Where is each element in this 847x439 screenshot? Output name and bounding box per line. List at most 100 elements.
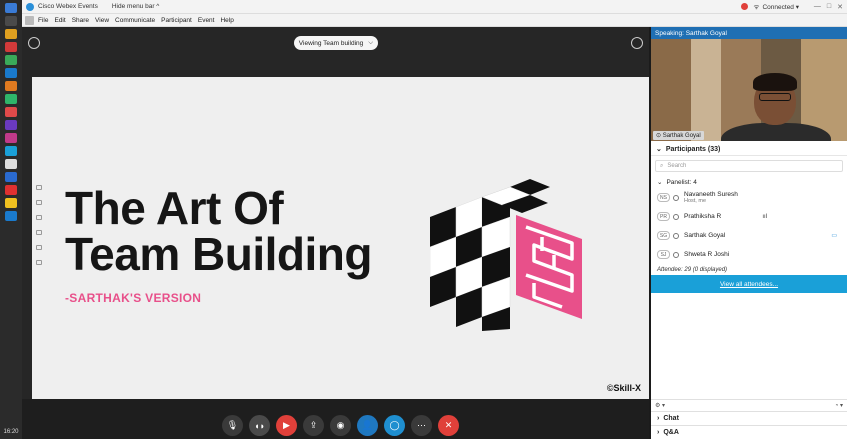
panelist-group[interactable]: ⌄ Panelist: 4 <box>651 176 847 188</box>
title-bar: Cisco Webex Events Hide menu bar ^ ᯤ Con… <box>22 0 847 14</box>
webex-logo-icon <box>26 2 34 11</box>
participants-title: Participants (33) <box>665 145 721 153</box>
video-name-label: ⊙ Sarthak Goyal <box>653 131 704 140</box>
record-dot-icon <box>740 3 748 10</box>
taskbar-app-icon[interactable] <box>5 16 17 26</box>
avatar: SJ <box>657 250 670 259</box>
participants-button[interactable]: 👤 <box>357 415 378 436</box>
taskbar-app-icon[interactable] <box>5 211 17 221</box>
close-button[interactable]: ✕ <box>837 3 843 11</box>
hide-menu-bar-button[interactable]: Hide menu bar ^ <box>112 3 160 10</box>
avatar: PR <box>657 212 670 221</box>
slide-title-line1: The Art Of <box>65 182 284 234</box>
mic-status-icon <box>673 251 679 258</box>
participant-name: Sarthak Goyal <box>684 232 726 239</box>
background-curtain <box>691 39 721 141</box>
panel-tools-strip: ⚙ ▾ ◔ ▾ <box>651 399 847 411</box>
audio-options-button[interactable]: ◖◗ <box>249 415 270 436</box>
taskbar-app-icon[interactable] <box>5 172 17 182</box>
menu-participant[interactable]: Participant <box>161 17 192 24</box>
chat-label: Chat <box>663 415 679 422</box>
taskbar-app-icon[interactable] <box>5 133 17 143</box>
menu-file[interactable]: File <box>38 17 48 24</box>
stop-video-button[interactable]: ▶ <box>276 415 297 436</box>
taskbar-app-icon[interactable] <box>5 107 17 117</box>
panel-options-icon[interactable]: ◔ ▾ <box>835 402 843 409</box>
fullscreen-icon[interactable] <box>631 37 643 49</box>
menu-communicate[interactable]: Communicate <box>115 17 155 24</box>
taskbar-app-icon[interactable] <box>5 159 17 169</box>
text-tool-icon[interactable] <box>36 200 42 205</box>
maximize-button[interactable]: □ <box>827 3 831 11</box>
taskbar-app-icon[interactable] <box>5 198 17 208</box>
taskbar-app-icon[interactable] <box>5 120 17 130</box>
windows-start-icon[interactable] <box>5 3 17 13</box>
taskbar-app-icon[interactable] <box>5 146 17 156</box>
taskbar-app-icon[interactable] <box>5 94 17 104</box>
menu-share[interactable]: Share <box>72 17 89 24</box>
view-all-attendees-link[interactable]: View all attendees... <box>651 275 847 293</box>
participant-row[interactable]: PR Prathiksha R ııl <box>651 207 847 226</box>
connection-status[interactable]: ᯤ Connected ▾ <box>740 2 799 11</box>
signal-icon: ııl <box>762 213 767 220</box>
qa-label: Q&A <box>663 429 679 436</box>
wifi-icon: ᯤ <box>753 4 760 11</box>
participant-name: Navaneeth Suresh <box>684 191 738 198</box>
slide-title-line2: Team Building <box>65 228 373 280</box>
viewing-dropdown[interactable]: Viewing Team building ⌵ <box>294 36 378 50</box>
taskbar-app-icon[interactable] <box>5 42 17 52</box>
menu-help[interactable]: Help <box>220 17 233 24</box>
menu-app-icon[interactable] <box>25 15 34 25</box>
participant-row[interactable]: SG Sarthak Goyal ▭ <box>651 226 847 245</box>
line-tool-icon[interactable] <box>36 215 42 220</box>
menu-view[interactable]: View <box>95 17 109 24</box>
participant-row[interactable]: NS Navaneeth Suresh Host, me <box>651 188 847 207</box>
slide-subtitle: -SARTHAK'S VERSION <box>65 291 202 305</box>
pointer-tool-icon[interactable] <box>36 185 42 190</box>
content-stage: Viewing Team building ⌵ The Art Of Team … <box>22 27 649 439</box>
minimize-button[interactable]: — <box>814 3 821 11</box>
chevron-down-icon: ⌵ <box>368 39 374 46</box>
taskbar-app-icon[interactable] <box>5 185 17 195</box>
taskbar-app-icon[interactable] <box>5 55 17 65</box>
participant-search-input[interactable]: ⌕ Search <box>655 160 843 172</box>
panel-settings-icon[interactable]: ⚙ ▾ <box>655 402 665 409</box>
taskbar-app-icon[interactable] <box>5 81 17 91</box>
participant-row[interactable]: SJ Shweta R Joshi <box>651 245 847 264</box>
chevron-down-icon: ⌄ <box>656 146 662 153</box>
qa-section-header[interactable]: › Q&A <box>651 425 847 439</box>
panel-bottom: ⚙ ▾ ◔ ▾ › Chat › Q&A <box>651 399 847 439</box>
participants-header[interactable]: ⌄ Participants (33) <box>651 143 847 156</box>
chevron-right-icon: › <box>657 429 660 436</box>
right-panel: Speaking: Sarthak Goyal ⊙ Sarthak Goyal … <box>651 27 847 439</box>
participant-role: Host, me <box>684 198 707 204</box>
share-button[interactable]: ⇪ <box>303 415 324 436</box>
avatar: NS <box>657 193 670 202</box>
leave-button[interactable]: ✕ <box>438 415 459 436</box>
chat-section-header[interactable]: › Chat <box>651 411 847 425</box>
viewing-label: Viewing Team building <box>298 39 364 47</box>
avatar: SG <box>657 231 670 240</box>
window-controls: — □ ✕ <box>814 3 843 11</box>
slide-copyright: ©Skill-X <box>606 383 641 393</box>
more-options-button[interactable]: ⋯ <box>411 415 432 436</box>
cube-left-face <box>430 187 511 331</box>
taskbar-app-icon[interactable] <box>5 29 17 39</box>
eraser-tool-icon[interactable] <box>36 260 42 265</box>
speaker-glasses <box>759 93 791 101</box>
speaking-indicator: Speaking: Sarthak Goyal <box>651 27 847 39</box>
connection-label: Connected ▾ <box>762 3 799 11</box>
record-button[interactable]: ◉ <box>330 415 351 436</box>
shape-tool-icon[interactable] <box>36 230 42 235</box>
app-title: Cisco Webex Events <box>38 3 98 10</box>
chat-button[interactable]: ◯ <box>384 415 405 436</box>
taskbar-app-icon[interactable] <box>5 68 17 78</box>
mute-button[interactable]: 🎙 <box>222 415 243 436</box>
active-speaker-video[interactable]: ⊙ Sarthak Goyal <box>651 39 847 141</box>
highlighter-tool-icon[interactable] <box>36 245 42 250</box>
menu-event[interactable]: Event <box>198 17 215 24</box>
speaker-hair <box>753 73 797 91</box>
menu-edit[interactable]: Edit <box>54 17 65 24</box>
meeting-control-bar: 🎙 ◖◗ ▶ ⇪ ◉ 👤 ◯ ⋯ ✕ <box>22 399 649 439</box>
settings-icon[interactable] <box>28 37 40 49</box>
